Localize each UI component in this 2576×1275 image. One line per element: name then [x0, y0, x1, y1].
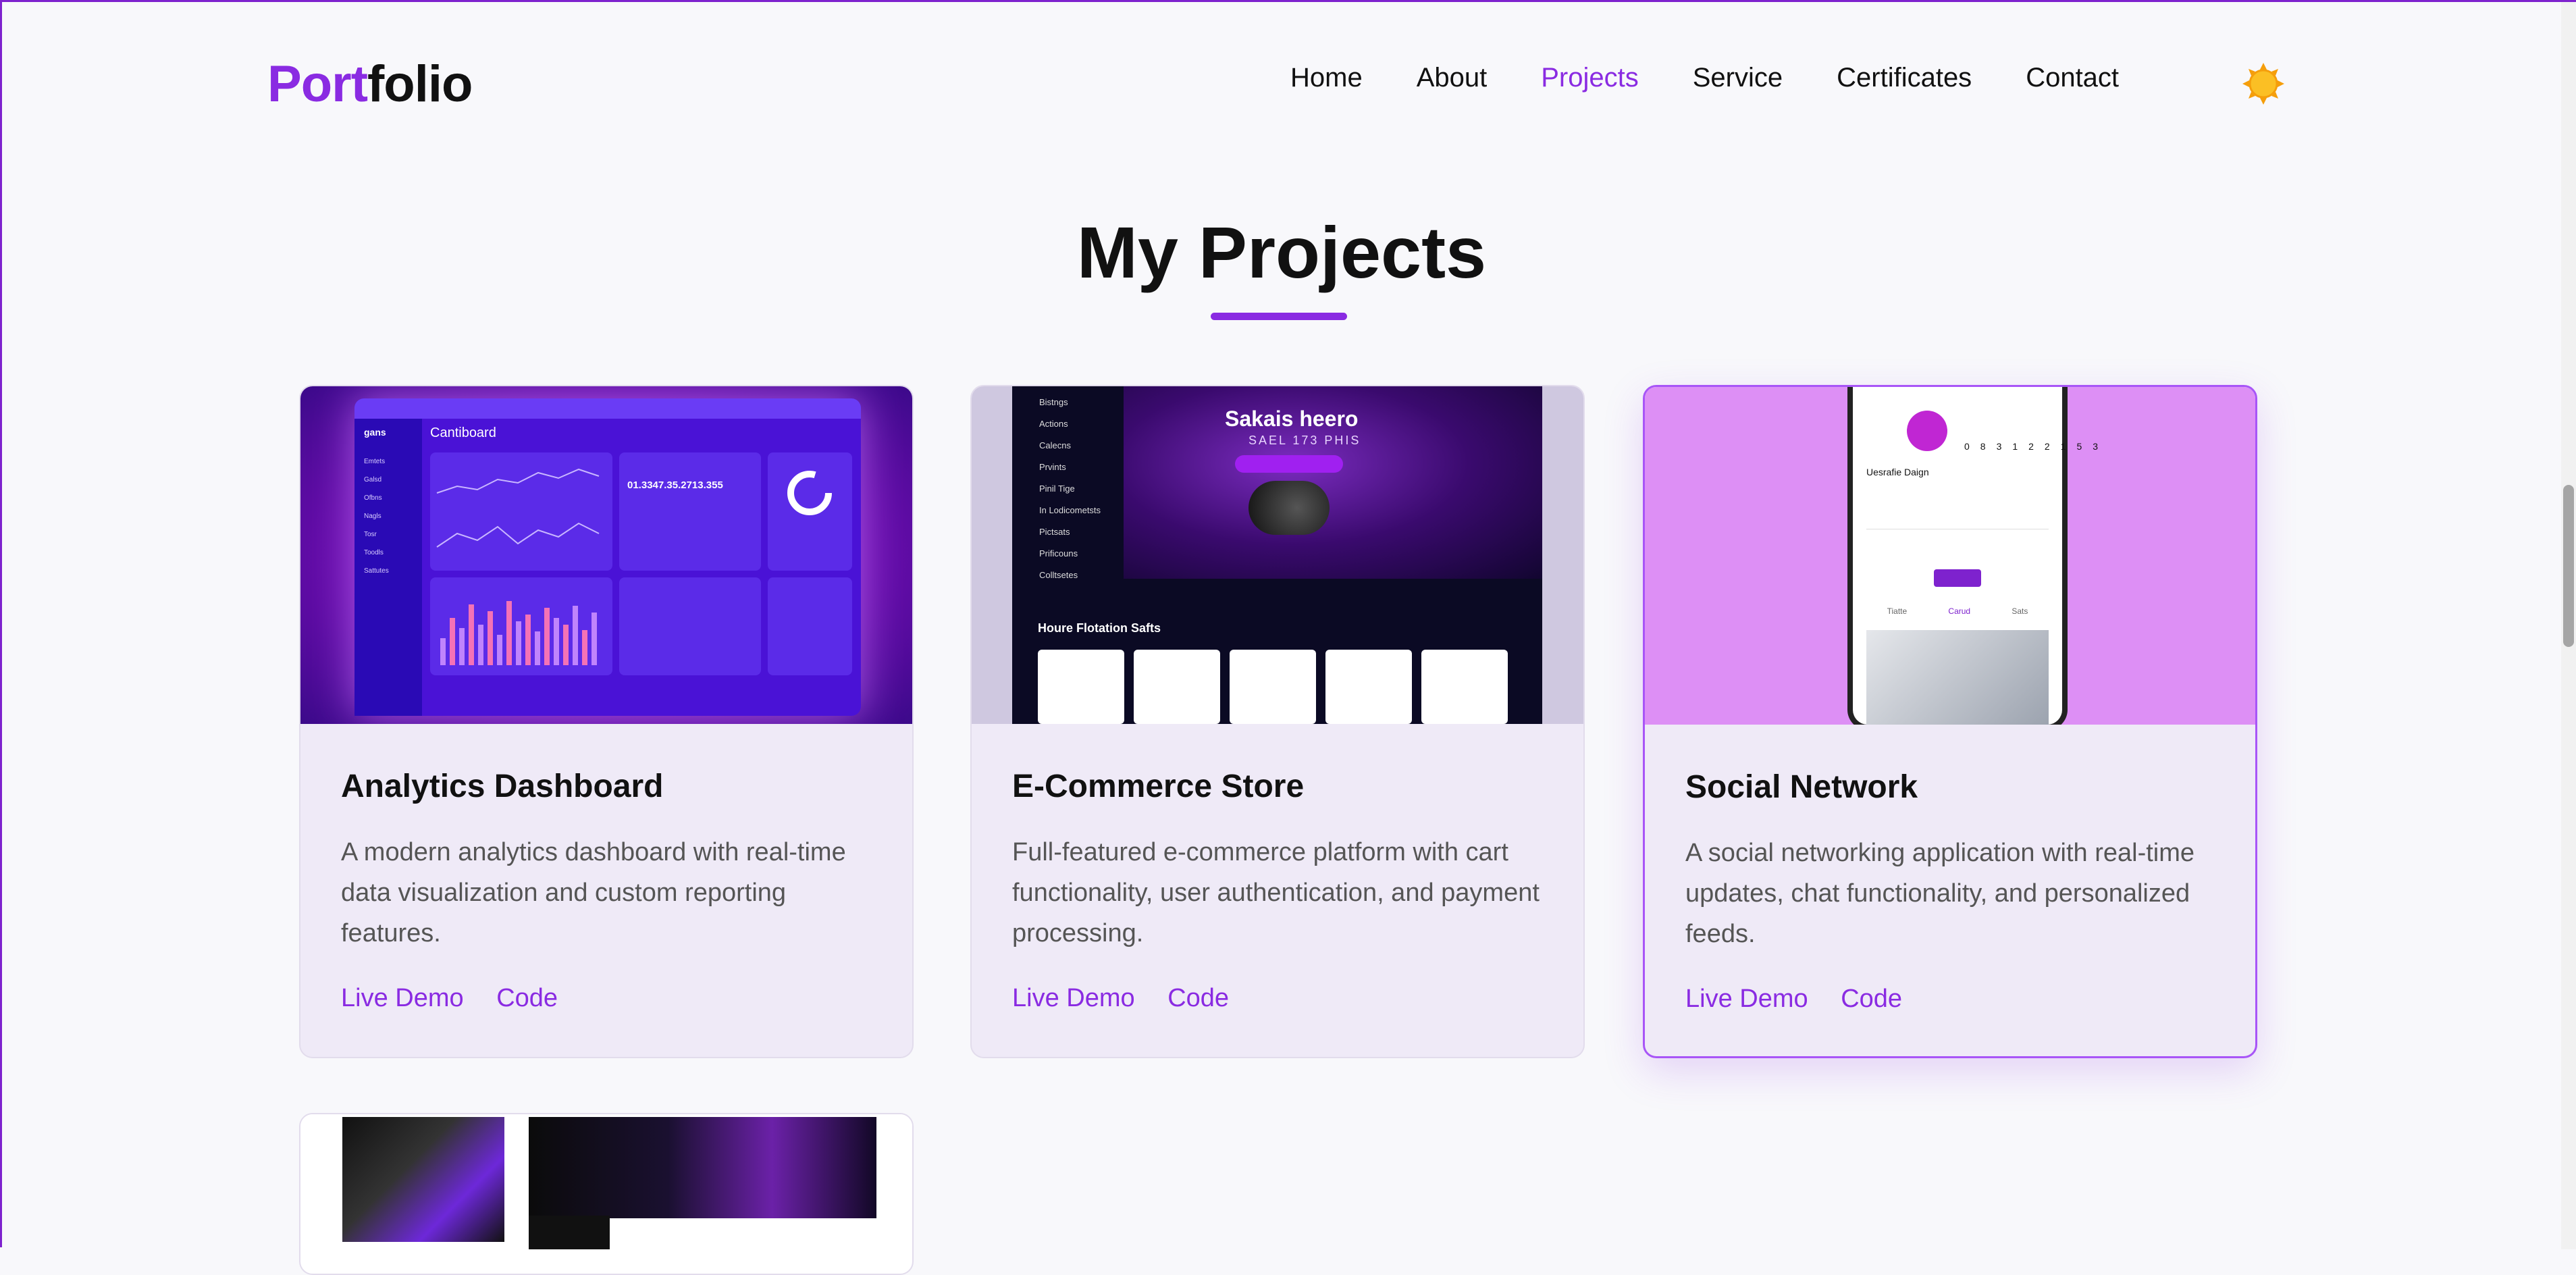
- project-card-social: 083122153 Uesrafie Daign Tiatte Carud Sats…: [1643, 385, 2257, 1058]
- project-thumbnail[interactable]: 083122153 Uesrafie Daign Tiatte Carud Sats: [1645, 387, 2255, 725]
- nav-home[interactable]: Home: [1290, 63, 1363, 93]
- thumb-bar: [525, 615, 531, 665]
- thumb-bar: [554, 618, 559, 665]
- project-description: A modern analytics dashboard with real-t…: [341, 838, 846, 947]
- code-link[interactable]: Code: [496, 984, 558, 1012]
- thumb-bar: [497, 635, 502, 665]
- nav-projects[interactable]: Projects: [1541, 63, 1639, 93]
- thumb-bar: [592, 613, 597, 665]
- thumb-bar: [516, 621, 521, 665]
- logo-part-1: Port: [267, 55, 368, 113]
- nav-certificates[interactable]: Certificates: [1837, 63, 1972, 93]
- scrollbar[interactable]: [2561, 2, 2576, 1249]
- project-card-ecommerce: Bistngs Actions Calecns Prvints Pinil Tige In…: [970, 385, 1585, 1058]
- title-underline: [1211, 313, 1347, 320]
- nav-service[interactable]: Service: [1693, 63, 1783, 93]
- thumb-bar: [563, 625, 569, 665]
- logo-part-2: folio: [367, 55, 473, 113]
- sun-icon[interactable]: [2242, 63, 2284, 105]
- live-demo-link[interactable]: Live Demo: [1012, 984, 1135, 1012]
- thumb-bar: [459, 628, 465, 665]
- main-nav: Home About Projects Service Certificates…: [1290, 63, 2173, 93]
- section-title: My Projects: [1076, 211, 1487, 293]
- live-demo-link[interactable]: Live Demo: [341, 984, 464, 1012]
- thumb-bar: [535, 631, 540, 665]
- nav-about[interactable]: About: [1417, 63, 1488, 93]
- thumb-bar: [506, 601, 512, 665]
- project-thumbnail[interactable]: Bistngs Actions Calecns Prvints Pinil Tige In…: [972, 386, 1583, 724]
- thumb-bar: [488, 611, 493, 665]
- thumb-bar: [582, 630, 587, 665]
- thumb-bar: [440, 638, 446, 665]
- project-description: Full-featured e-commerce platform with c…: [1012, 838, 1540, 947]
- code-link[interactable]: Code: [1841, 985, 1902, 1013]
- thumb-bar: [469, 604, 474, 665]
- project-card-analytics: gans Emtets Galsd Ofbns Nagls Tosr Toodls Satt…: [299, 385, 914, 1058]
- thumb-bar: [450, 618, 455, 665]
- thumb-bar: [544, 608, 550, 665]
- project-description: A social networking application with rea…: [1685, 839, 2195, 948]
- logo[interactable]: Portfolio: [267, 55, 473, 113]
- thumb-bar: [573, 606, 578, 665]
- project-title: Analytics Dashboard: [341, 769, 664, 804]
- project-thumbnail[interactable]: [300, 1114, 912, 1249]
- project-title: Social Network: [1685, 769, 1918, 805]
- thumb-bar: [478, 625, 483, 665]
- project-card-partial: [299, 1113, 914, 1275]
- nav-contact[interactable]: Contact: [2026, 63, 2119, 93]
- code-link[interactable]: Code: [1167, 984, 1229, 1012]
- project-title: E-Commerce Store: [1012, 769, 1305, 804]
- live-demo-link[interactable]: Live Demo: [1685, 985, 1808, 1013]
- project-thumbnail[interactable]: gans Emtets Galsd Ofbns Nagls Tosr Toodls Satt…: [300, 386, 912, 724]
- scrollbar-thumb[interactable]: [2563, 485, 2574, 647]
